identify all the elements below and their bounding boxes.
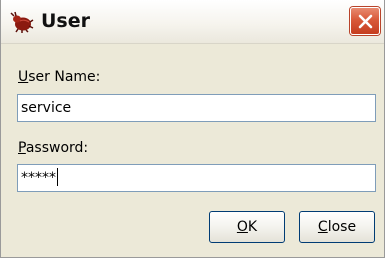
text-caret [57, 168, 58, 186]
window-close-button[interactable] [350, 7, 380, 35]
ok-button[interactable]: OK [209, 211, 285, 243]
username-label: User Name: [18, 69, 101, 85]
password-mask: ***** [21, 170, 56, 186]
window-title: User [41, 10, 90, 32]
app-bug-icon [10, 11, 34, 33]
password-label: Password: [18, 140, 89, 156]
title-bar[interactable]: User [1, 0, 384, 44]
username-input[interactable]: service [17, 94, 376, 122]
user-dialog: User User Name: service Password: ***** … [0, 0, 385, 258]
password-input[interactable]: ***** [17, 164, 376, 192]
close-button[interactable]: Close [299, 211, 375, 243]
